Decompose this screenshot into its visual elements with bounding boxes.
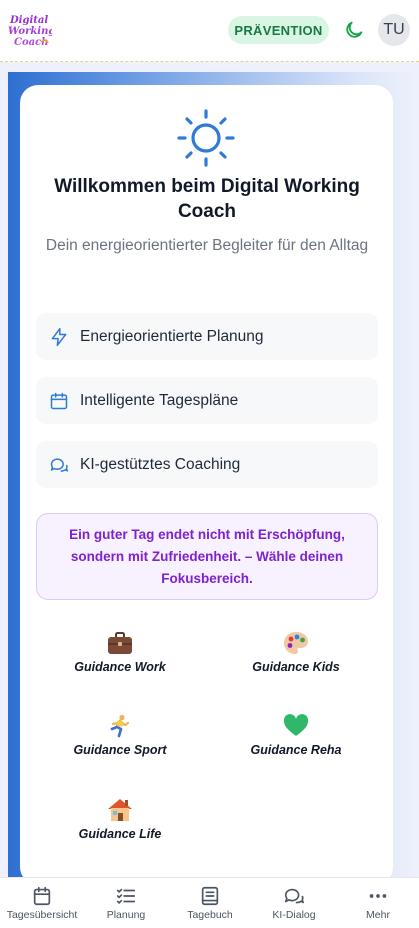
motivation-quote: Ein guter Tag endet nicht mit Erschöpfun… bbox=[36, 513, 378, 600]
prevention-badge[interactable]: PRÄVENTION bbox=[228, 16, 329, 44]
feature-label: KI-gestütztes Coaching bbox=[80, 455, 241, 473]
app-header: Digital Working Coach PRÄVENTION TU bbox=[0, 0, 419, 62]
guidance-reha-button[interactable]: Guidance Reha bbox=[226, 714, 366, 757]
svg-text:Working: Working bbox=[8, 26, 52, 37]
house-icon bbox=[108, 799, 132, 821]
welcome-subtitle: Dein energieorientierter Begleiter für d… bbox=[45, 237, 369, 254]
feature-day-plans: Intelligente Tagespläne bbox=[36, 377, 378, 424]
guidance-sport-button[interactable]: Guidance Sport bbox=[50, 714, 190, 757]
nav-tagebuch[interactable]: Tagebuch bbox=[168, 878, 252, 928]
feature-ai-coaching: KI-gestütztes Coaching bbox=[36, 441, 378, 488]
guidance-label: Guidance Reha bbox=[250, 743, 342, 757]
welcome-title: Willkommen beim Digital Working Coach bbox=[54, 176, 360, 222]
nav-label: Tagesübersicht bbox=[6, 909, 78, 921]
guidance-work-button[interactable]: Guidance Work bbox=[50, 631, 190, 674]
nav-label: KI-Dialog bbox=[272, 909, 316, 921]
guidance-label: Guidance Work bbox=[74, 660, 166, 674]
lightning-icon bbox=[51, 327, 67, 346]
feature-label: Intelligente Tagespläne bbox=[80, 391, 239, 409]
feature-energy-planning: Energieorientierte Planung bbox=[36, 313, 378, 360]
guidance-kids-button[interactable]: Guidance Kids bbox=[226, 631, 366, 674]
green-heart-icon bbox=[283, 714, 309, 736]
checklist-icon bbox=[116, 888, 136, 904]
guidance-label: Guidance Life bbox=[78, 827, 162, 841]
bottom-navigation: Tagesübersicht Planung Tagebuch KI-Dialo… bbox=[0, 877, 419, 928]
guidance-label: Guidance Kids bbox=[252, 660, 340, 674]
guidance-life-button[interactable]: Guidance Life bbox=[50, 798, 190, 841]
nav-mehr[interactable]: Mehr bbox=[336, 878, 419, 928]
feature-label: Energieorientierte Planung bbox=[80, 327, 264, 345]
guidance-label: Guidance Sport bbox=[73, 743, 167, 757]
calendar-icon bbox=[50, 392, 68, 409]
nav-ki-dialog[interactable]: KI-Dialog bbox=[252, 878, 336, 928]
nav-planung[interactable]: Planung bbox=[84, 878, 168, 928]
nav-label: Tagebuch bbox=[187, 909, 233, 921]
notebook-icon bbox=[201, 886, 219, 906]
briefcase-icon bbox=[108, 632, 132, 654]
palette-icon bbox=[284, 632, 308, 654]
svg-text:Coach: Coach bbox=[14, 37, 48, 48]
more-dots-icon bbox=[369, 894, 387, 898]
svg-text:Digital: Digital bbox=[9, 15, 48, 26]
chat-bubbles-icon bbox=[50, 457, 69, 472]
app-logo[interactable]: Digital Working Coach bbox=[8, 12, 52, 48]
nav-tagesuebersicht[interactable]: Tagesübersicht bbox=[0, 878, 84, 928]
runner-icon bbox=[110, 714, 130, 738]
nav-label: Planung bbox=[106, 909, 146, 921]
user-avatar[interactable]: TU bbox=[378, 14, 410, 46]
moon-icon[interactable] bbox=[343, 19, 365, 41]
chat-bubbles-icon bbox=[284, 888, 304, 904]
nav-label: Mehr bbox=[366, 909, 390, 921]
calendar-icon bbox=[33, 886, 51, 906]
sun-icon bbox=[177, 109, 235, 167]
